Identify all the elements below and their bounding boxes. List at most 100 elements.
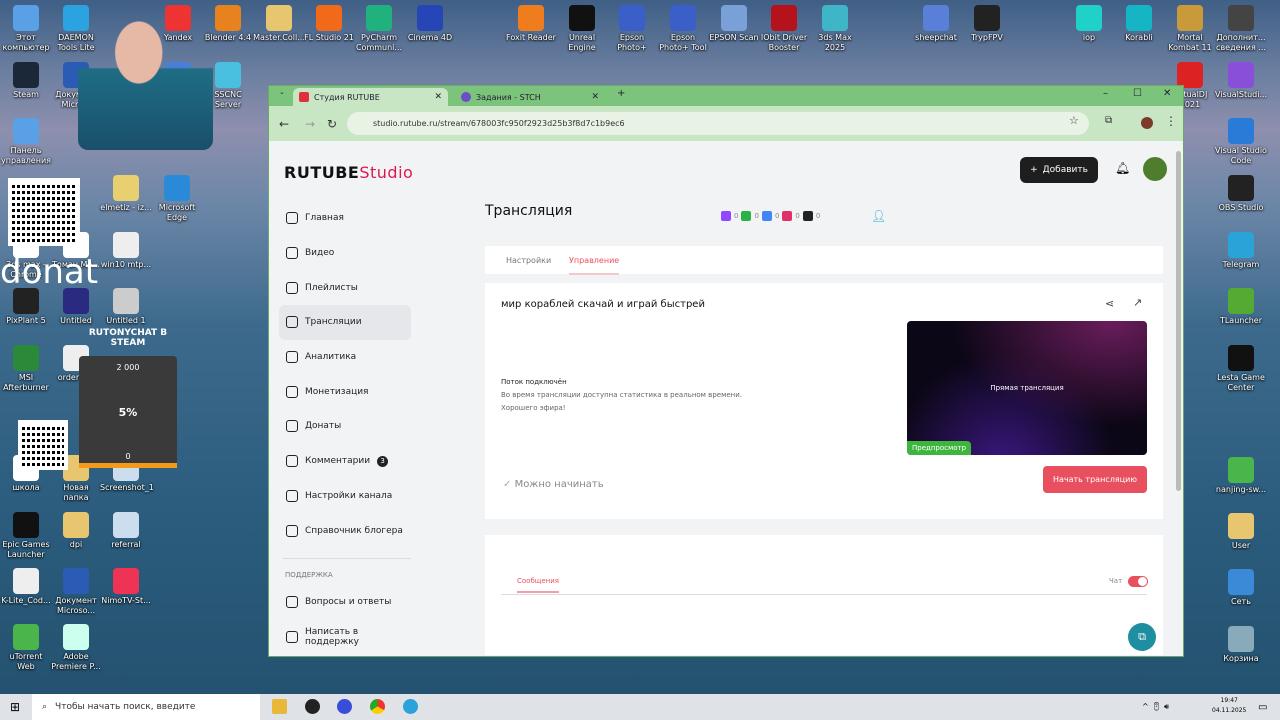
start-button-icon[interactable]: ⊞ [10, 700, 20, 714]
desktop-icon[interactable]: Cinema 4D [404, 5, 456, 43]
support-chat-button[interactable]: ⧉ [1128, 623, 1156, 651]
desktop-icon[interactable]: OBS Studio [1215, 175, 1267, 213]
back-icon[interactable]: ← [279, 117, 289, 131]
sidebar-item[interactable]: Главная [279, 201, 411, 236]
tab-rutube-studio[interactable]: Студия RUTUBE ✕ [293, 88, 448, 106]
desktop-icon[interactable]: Mortal Kombat 11 [1164, 5, 1216, 53]
desktop-icon[interactable]: Master.Coll... [253, 5, 305, 43]
desktop-icon[interactable]: Epson Photo+ Tool [657, 5, 709, 53]
media-player-icon[interactable] [337, 699, 352, 714]
app-icon[interactable] [305, 699, 320, 714]
tray-icons[interactable]: ^ 🔋︎ 🔊︎ [1142, 702, 1169, 712]
reload-icon[interactable]: ↻ [327, 117, 337, 131]
desktop-icon[interactable]: dpi [50, 512, 102, 550]
desktop-icon[interactable]: 3ds Max 2025 [809, 5, 861, 53]
tab-messages[interactable]: Сообщения [517, 577, 560, 593]
url-input[interactable]: studio.rutube.ru/stream/678003fc950f2923… [347, 112, 1089, 135]
desktop-icon[interactable]: win10 mtp... [100, 232, 152, 270]
sidebar-item[interactable]: Аналитика [279, 340, 411, 375]
desktop-icon[interactable]: PixPlant 5 [0, 288, 52, 326]
sidebar-item[interactable]: Плейлисты [279, 270, 411, 305]
close-tab-icon[interactable]: ✕ [434, 92, 442, 102]
extensions-icon[interactable]: ⧉ [1105, 115, 1112, 126]
desktop-icon[interactable]: iop [1063, 5, 1115, 43]
bookmark-star-icon[interactable]: ☆ [1069, 114, 1079, 127]
desktop-icon[interactable]: Microsoft Edge [151, 175, 203, 223]
sidebar-item[interactable]: Настройки канала [279, 479, 411, 514]
desktop-icon[interactable]: Lesta Game Center [1215, 345, 1267, 393]
minimize-icon[interactable]: – [1103, 88, 1108, 99]
desktop-icon[interactable]: MSI Afterburner [0, 345, 52, 393]
desktop-icon[interactable]: Untitled 1 [100, 288, 152, 326]
app-icon [13, 512, 39, 538]
tab-search-icon[interactable]: ⌄ [279, 88, 285, 96]
clock[interactable]: 19:47 04.11.2025 [1212, 696, 1246, 716]
desktop-icon[interactable]: Epson Photo+ [606, 5, 658, 53]
desktop-icon[interactable]: VisualStudi... [1215, 62, 1267, 100]
profile-avatar[interactable] [1141, 117, 1153, 129]
desktop-icon[interactable]: K-Lite_Cod... [0, 568, 52, 606]
desktop-icon[interactable]: FL Studio 21 [303, 5, 355, 43]
desktop-icon[interactable]: Панель управления [0, 118, 52, 166]
sidebar-item[interactable]: Справочник блогера [279, 513, 411, 548]
add-button[interactable]: + Добавить [1020, 157, 1098, 183]
desktop-icon[interactable]: uTorrent Web [0, 624, 52, 672]
desktop-icon[interactable]: Unreal Engine [556, 5, 608, 53]
user-icon[interactable]: 👤︎ [871, 209, 886, 223]
desktop-icon[interactable]: nanjing-sw... [1215, 457, 1267, 495]
notifications-icon[interactable]: ▭ [1258, 702, 1267, 713]
desktop-icon[interactable]: PyCharm Communi... [353, 5, 405, 53]
tab-management[interactable]: Управление [569, 256, 620, 275]
desktop-icon[interactable]: TLauncher [1215, 288, 1267, 326]
notifications-bell-icon[interactable]: 🔔︎ [1115, 161, 1130, 175]
desktop-icon[interactable]: Этот компьютер [0, 5, 52, 53]
rutube-studio-logo[interactable]: RUTUBEStudio [284, 163, 413, 182]
start-stream-button[interactable]: Начать трансляцию [1043, 466, 1147, 493]
share-icon[interactable]: ⋖ [1105, 297, 1114, 310]
desktop-icon[interactable]: Дополнит... сведения ... [1215, 5, 1267, 53]
telegram-icon[interactable] [403, 699, 418, 714]
forward-icon[interactable]: → [305, 117, 315, 131]
new-tab-icon[interactable]: + [617, 88, 625, 99]
close-tab-icon[interactable]: ✕ [591, 92, 599, 102]
chrome-icon[interactable] [370, 699, 385, 714]
desktop-icon[interactable]: Adobe Premiere P... [50, 624, 102, 672]
desktop-icon[interactable]: Сеть [1215, 569, 1267, 607]
maximize-icon[interactable]: ☐ [1133, 88, 1142, 99]
desktop-icon[interactable]: Visual Studio Code [1215, 118, 1267, 166]
sidebar-item[interactable]: Донаты [279, 409, 411, 444]
sidebar-item[interactable]: Видео [279, 236, 411, 271]
desktop-icon[interactable]: Корзина [1215, 626, 1267, 664]
desktop-icon[interactable]: IObit Driver Booster [758, 5, 810, 53]
desktop-icon[interactable]: User [1215, 513, 1267, 551]
tab-stch[interactable]: Задания - STCH ✕ [455, 88, 605, 106]
desktop-icon[interactable]: TrypFPV [961, 5, 1013, 43]
desktop-icon[interactable]: Telegram [1215, 232, 1267, 270]
desktop-icon[interactable]: referral [100, 512, 152, 550]
desktop-icon[interactable]: Foxit Reader [505, 5, 557, 43]
user-avatar[interactable] [1143, 157, 1167, 181]
desktop-icon[interactable]: elmetiz - iz... [100, 175, 152, 213]
sidebar-item[interactable]: Монетизация [279, 374, 411, 409]
open-external-icon[interactable]: ↗ [1133, 296, 1142, 309]
chat-toggle[interactable] [1128, 576, 1148, 587]
desktop-icon[interactable]: NimoTV-St... [100, 568, 152, 606]
scrollbar[interactable] [1176, 151, 1181, 491]
desktop-icon[interactable]: sheepchat [910, 5, 962, 43]
close-window-icon[interactable]: ✕ [1163, 88, 1171, 99]
sidebar-item[interactable]: Трансляции [279, 305, 411, 340]
stream-preview[interactable]: Прямая трансляция Предпросмотр [907, 321, 1147, 455]
tab-settings[interactable]: Настройки [506, 256, 551, 265]
desktop-icon[interactable]: Epic Games Launcher [0, 512, 52, 560]
sidebar-item[interactable]: Написать в поддержку [279, 620, 411, 655]
desktop-icon[interactable]: Документ Microso... [50, 568, 102, 616]
menu-icon[interactable]: ⋮ [1165, 114, 1177, 128]
sidebar-item[interactable]: Вопросы и ответы [279, 585, 411, 620]
desktop-icon[interactable]: EPSON Scan [708, 5, 760, 43]
desktop-icon[interactable]: Steam [0, 62, 52, 100]
sidebar-item[interactable]: Комментарии 3 [279, 444, 411, 479]
taskbar-search[interactable]: ⌕ Чтобы начать поиск, введите [32, 694, 260, 720]
desktop-icon[interactable]: Untitled [50, 288, 102, 326]
file-explorer-icon[interactable] [272, 699, 287, 714]
desktop-icon[interactable]: Korabli [1113, 5, 1165, 43]
